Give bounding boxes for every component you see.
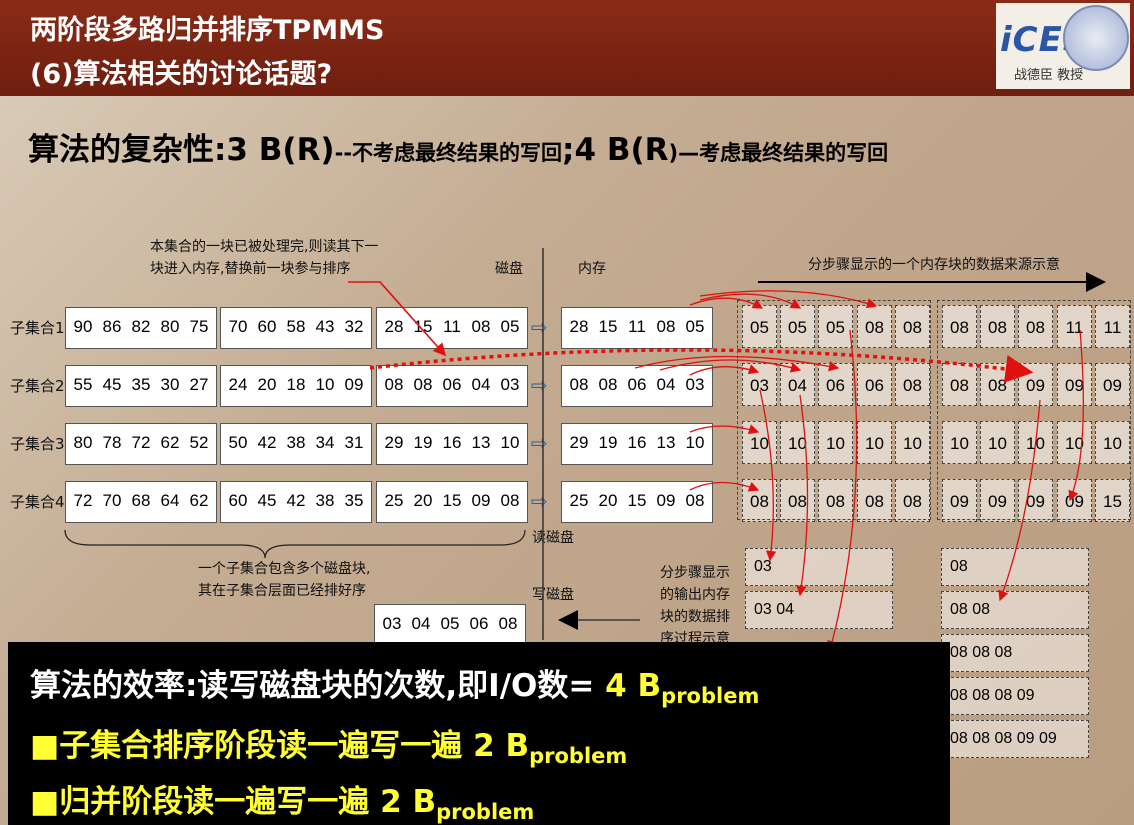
replace-block-arrow <box>369 348 1034 383</box>
red-arrow <box>689 364 760 376</box>
efficiency-sub-1: problem <box>661 684 760 709</box>
red-arrow <box>634 355 840 372</box>
annotation-arrow <box>348 281 447 357</box>
efficiency-line-1: 算法的效率:读写磁盘块的次数,即I/O数= 4 Bproblem <box>30 660 759 708</box>
efficiency-value-3: 2 B <box>380 784 437 820</box>
efficiency-sub-3: problem <box>436 800 535 825</box>
red-arrow <box>699 293 802 309</box>
efficiency-panel: 算法的效率:读写磁盘块的次数,即I/O数= 4 Bproblem ■子集合排序阶… <box>8 642 950 825</box>
efficiency-value-2: 2 B <box>473 728 530 764</box>
red-arrow <box>689 424 760 435</box>
subset-brace <box>64 529 526 559</box>
red-arrow <box>1068 329 1084 502</box>
red-arrow <box>659 359 802 373</box>
red-arrow <box>827 329 858 652</box>
efficiency-text-1: 算法的效率:读写磁盘块的次数,即I/O数= <box>30 668 595 704</box>
efficiency-line-3: ■归并阶段读一遍写一遍 2 Bproblem <box>30 776 534 824</box>
red-arrow <box>998 399 1041 602</box>
efficiency-text-2: ■子集合排序阶段读一遍写一遍 <box>30 728 463 764</box>
red-arrow <box>689 481 760 492</box>
red-arrow <box>796 394 809 597</box>
efficiency-text-3: ■归并阶段读一遍写一遍 <box>30 784 370 820</box>
red-arrow <box>759 389 777 562</box>
efficiency-value-1: 4 B <box>605 668 662 704</box>
efficiency-sub-2: problem <box>529 744 628 769</box>
efficiency-line-2: ■子集合排序阶段读一遍写一遍 2 Bproblem <box>30 720 627 768</box>
